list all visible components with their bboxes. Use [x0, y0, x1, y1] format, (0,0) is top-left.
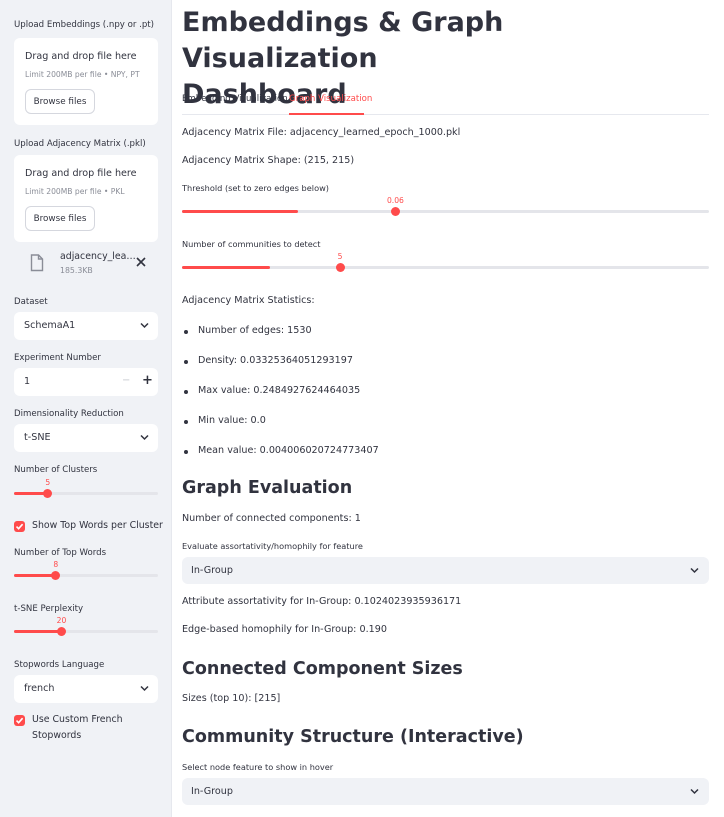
slider-thumb[interactable]: [57, 627, 67, 636]
connected-components-text: Number of connected components: 1: [182, 513, 361, 524]
num-clusters-slider[interactable]: 5: [14, 478, 158, 499]
hover-feature-select[interactable]: In-Group: [182, 778, 709, 805]
dim-reduction-select[interactable]: t-SNE: [14, 424, 158, 452]
dataset-value: SchemaA1: [24, 320, 76, 331]
show-top-words-label: Show Top Words per Cluster: [32, 520, 163, 531]
hover-feature-value: In-Group: [191, 786, 233, 797]
adjacency-file-text: Adjacency Matrix File: adjacency_learned…: [182, 127, 461, 138]
assortativity-label: Evaluate assortativity/homophily for fea…: [182, 541, 363, 551]
tsne-perplexity-label: t-SNE Perplexity: [14, 604, 84, 614]
dataset-select[interactable]: SchemaA1: [14, 312, 158, 340]
checkmark-icon: [15, 523, 24, 530]
slider-fill: [182, 266, 270, 269]
assortativity-feature-select[interactable]: In-Group: [182, 557, 709, 584]
slider-thumb[interactable]: [335, 263, 345, 272]
threshold-slider[interactable]: 0.06: [182, 196, 709, 217]
uploaded-file-size: 185.3KB: [60, 266, 93, 275]
stat-max: Max value: 0.2484927624464035: [198, 385, 361, 396]
slider-fill: [182, 210, 298, 213]
stats-heading: Adjacency Matrix Statistics:: [182, 295, 315, 306]
stat-edges: Number of edges: 1530: [198, 325, 312, 336]
tab-embedding-visualization[interactable]: Embedding Visualization: [182, 94, 288, 104]
dropzone-limit: Limit 200MB per file • PKL: [25, 187, 125, 196]
stopwords-language-value: french: [24, 683, 55, 694]
sidebar: Upload Embeddings (.npy or .pt) Drag and…: [0, 0, 172, 817]
dropzone-title: Drag and drop file here: [25, 168, 137, 179]
custom-stopwords-label-line2: Stopwords: [32, 730, 82, 741]
num-top-words-label: Number of Top Words: [14, 548, 107, 558]
slider-thumb[interactable]: [390, 207, 400, 216]
slider-fill: [14, 630, 62, 633]
dropzone-limit: Limit 200MB per file • NPY, PT: [25, 70, 140, 79]
threshold-label: Threshold (set to zero edges below): [182, 183, 329, 193]
file-icon: [30, 254, 44, 272]
slider-thumb[interactable]: [51, 571, 61, 580]
tab-bar: Embedding Visualization Graph Visualizat…: [182, 88, 709, 115]
experiment-number-input[interactable]: 1 − +: [14, 368, 158, 396]
browse-adjacency-button[interactable]: Browse files: [25, 206, 95, 231]
dataset-label: Dataset: [14, 297, 48, 307]
dropzone-title: Drag and drop file here: [25, 51, 137, 62]
adjacency-shape-text: Adjacency Matrix Shape: (215, 215): [182, 155, 355, 166]
adjacency-dropzone[interactable]: Drag and drop file here Limit 200MB per …: [14, 155, 158, 242]
decrement-button[interactable]: −: [122, 375, 130, 386]
bullet-icon: [184, 390, 188, 394]
attribute-assortativity-text: Attribute assortativity for In-Group: 0.…: [182, 596, 462, 607]
chevron-down-icon: [140, 434, 149, 441]
uploaded-file-name: adjacency_learned_epoch_1000.pkl: [60, 251, 138, 262]
tab-graph-visualization[interactable]: Graph Visualization: [289, 94, 372, 104]
component-sizes-heading: Connected Component Sizes: [182, 659, 463, 679]
slider-value: 0.06: [386, 196, 404, 205]
browse-embeddings-button[interactable]: Browse files: [25, 89, 95, 114]
communities-label: Number of communities to detect: [182, 239, 321, 249]
bullet-icon: [184, 420, 188, 424]
slider-value: 5: [337, 252, 343, 261]
communities-slider[interactable]: 5: [182, 252, 709, 273]
slider-value: 8: [53, 560, 59, 569]
stopwords-language-select[interactable]: french: [14, 675, 158, 703]
experiment-number-value: 1: [24, 376, 31, 387]
show-top-words-checkbox[interactable]: [14, 521, 25, 532]
custom-stopwords-label-line1: Use Custom French: [32, 714, 123, 725]
dim-reduction-value: t-SNE: [24, 432, 51, 443]
chevron-down-icon: [140, 685, 149, 692]
slider-thumb[interactable]: [43, 489, 53, 498]
chevron-down-icon: [140, 322, 149, 329]
increment-button[interactable]: +: [142, 373, 153, 388]
graph-evaluation-heading: Graph Evaluation: [182, 478, 353, 498]
num-clusters-label: Number of Clusters: [14, 465, 98, 475]
stat-mean: Mean value: 0.004006020724773407: [198, 445, 379, 456]
custom-stopwords-label: Use Custom French Stopwords: [32, 712, 123, 744]
embeddings-dropzone[interactable]: Drag and drop file here Limit 200MB per …: [14, 38, 158, 125]
custom-stopwords-checkbox[interactable]: [14, 715, 25, 726]
dim-reduction-label: Dimensionality Reduction: [14, 409, 124, 419]
hover-feature-label: Select node feature to show in hover: [182, 762, 334, 772]
upload-embeddings-label: Upload Embeddings (.npy or .pt): [14, 20, 155, 30]
chevron-down-icon: [690, 788, 699, 795]
stopwords-language-label: Stopwords Language: [14, 660, 105, 670]
component-sizes-text: Sizes (top 10): [215]: [182, 693, 281, 704]
active-tab-indicator: [289, 113, 364, 115]
upload-adjacency-label: Upload Adjacency Matrix (.pkl): [14, 139, 146, 149]
slider-value: 20: [56, 616, 67, 625]
experiment-number-label: Experiment Number: [14, 353, 101, 363]
bullet-icon: [184, 330, 188, 334]
checkmark-icon: [15, 717, 24, 724]
community-structure-heading: Community Structure (Interactive): [182, 727, 524, 747]
num-top-words-slider[interactable]: 8: [14, 560, 158, 581]
tsne-perplexity-slider[interactable]: 20: [14, 616, 158, 637]
stat-density: Density: 0.03325364051293197: [198, 355, 353, 366]
main-content: Embeddings & Graph Visualization Dashboa…: [172, 0, 724, 817]
stat-min: Min value: 0.0: [198, 415, 266, 426]
chevron-down-icon: [690, 567, 699, 574]
uploaded-file-row: adjacency_learned_epoch_1000.pkl 185.3KB: [14, 248, 158, 280]
bullet-icon: [184, 360, 188, 364]
assortativity-feature-value: In-Group: [191, 565, 233, 576]
slider-fill: [14, 574, 56, 577]
close-icon[interactable]: [135, 256, 147, 268]
slider-value: 5: [45, 478, 51, 487]
edge-homophily-text: Edge-based homophily for In-Group: 0.190: [182, 624, 387, 635]
page-title-line1: Embeddings & Graph Visualization: [182, 7, 504, 74]
bullet-icon: [184, 450, 188, 454]
